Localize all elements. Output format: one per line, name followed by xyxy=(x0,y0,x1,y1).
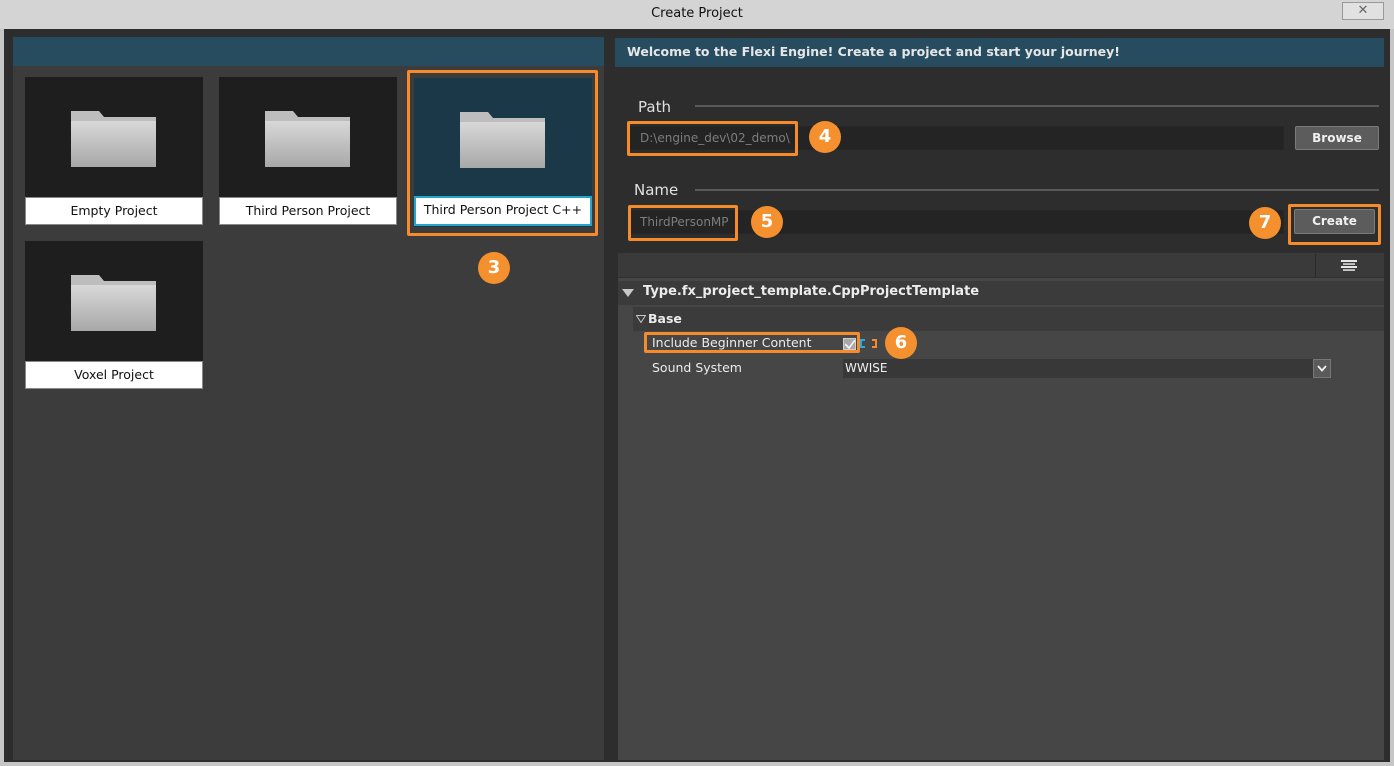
sound-system-label: Sound System xyxy=(652,360,742,375)
welcome-banner: Welcome to the Flexi Engine! Create a pr… xyxy=(615,38,1384,67)
template-tile-empty[interactable]: Empty Project xyxy=(25,77,203,225)
window-title: Create Project xyxy=(651,6,743,21)
browse-button[interactable]: Browse xyxy=(1295,126,1379,150)
template-label: Voxel Project xyxy=(25,361,203,389)
folder-icon xyxy=(71,111,156,167)
property-group-row[interactable]: Base xyxy=(618,307,1384,331)
step-badge-3: 3 xyxy=(478,252,510,284)
callout-template-highlight xyxy=(407,70,598,236)
toolbar-separator xyxy=(1315,254,1316,277)
list-view-icon[interactable] xyxy=(1341,260,1357,272)
properties-toolbar xyxy=(618,253,1384,278)
step-badge-7: 7 xyxy=(1249,207,1281,239)
template-tile-third-person[interactable]: Third Person Project xyxy=(219,77,397,225)
template-label: Third Person Project xyxy=(219,197,397,225)
template-thumbnail xyxy=(25,77,203,197)
property-group-bg xyxy=(633,307,1384,331)
sound-system-value: WWISE xyxy=(845,361,888,375)
title-bar: Create Project xyxy=(0,0,1394,29)
sound-system-select[interactable]: WWISE xyxy=(843,359,1331,378)
reset-icon[interactable] xyxy=(859,338,879,350)
path-divider xyxy=(695,105,1379,107)
close-button[interactable]: ✕ xyxy=(1342,2,1384,20)
chevron-down-icon xyxy=(1317,365,1327,372)
property-root-row[interactable]: Type.fx_project_template.CppProjectTempl… xyxy=(618,281,1384,305)
callout-path-highlight xyxy=(627,121,798,156)
collapse-arrow-icon xyxy=(636,315,646,323)
property-group-label: Base xyxy=(648,311,682,326)
property-root-label: Type.fx_project_template.CppProjectTempl… xyxy=(643,284,980,299)
name-divider xyxy=(695,189,1379,191)
dropdown-arrow xyxy=(1313,359,1331,378)
callout-include-highlight xyxy=(644,332,860,353)
step-badge-6: 6 xyxy=(885,327,917,359)
name-section-label: Name xyxy=(634,181,679,199)
properties-panel: Type.fx_project_template.CppProjectTempl… xyxy=(618,253,1384,760)
callout-create-highlight xyxy=(1288,204,1381,245)
folder-icon xyxy=(265,111,350,167)
template-thumbnail xyxy=(219,77,397,197)
path-section-label: Path xyxy=(638,98,671,116)
expand-arrow-icon xyxy=(622,289,634,297)
step-badge-5: 5 xyxy=(751,206,783,238)
close-icon: ✕ xyxy=(1357,3,1369,18)
template-tile-voxel[interactable]: Voxel Project xyxy=(25,241,203,389)
template-panel-header xyxy=(13,37,604,66)
dialog-body: Empty Project Third Person Project Third… xyxy=(4,29,1390,762)
folder-icon xyxy=(71,275,156,331)
template-panel: Empty Project Third Person Project Third… xyxy=(13,37,604,760)
template-thumbnail xyxy=(25,241,203,361)
callout-name-highlight xyxy=(628,205,738,241)
template-label: Empty Project xyxy=(25,197,203,225)
step-badge-4: 4 xyxy=(809,121,841,153)
